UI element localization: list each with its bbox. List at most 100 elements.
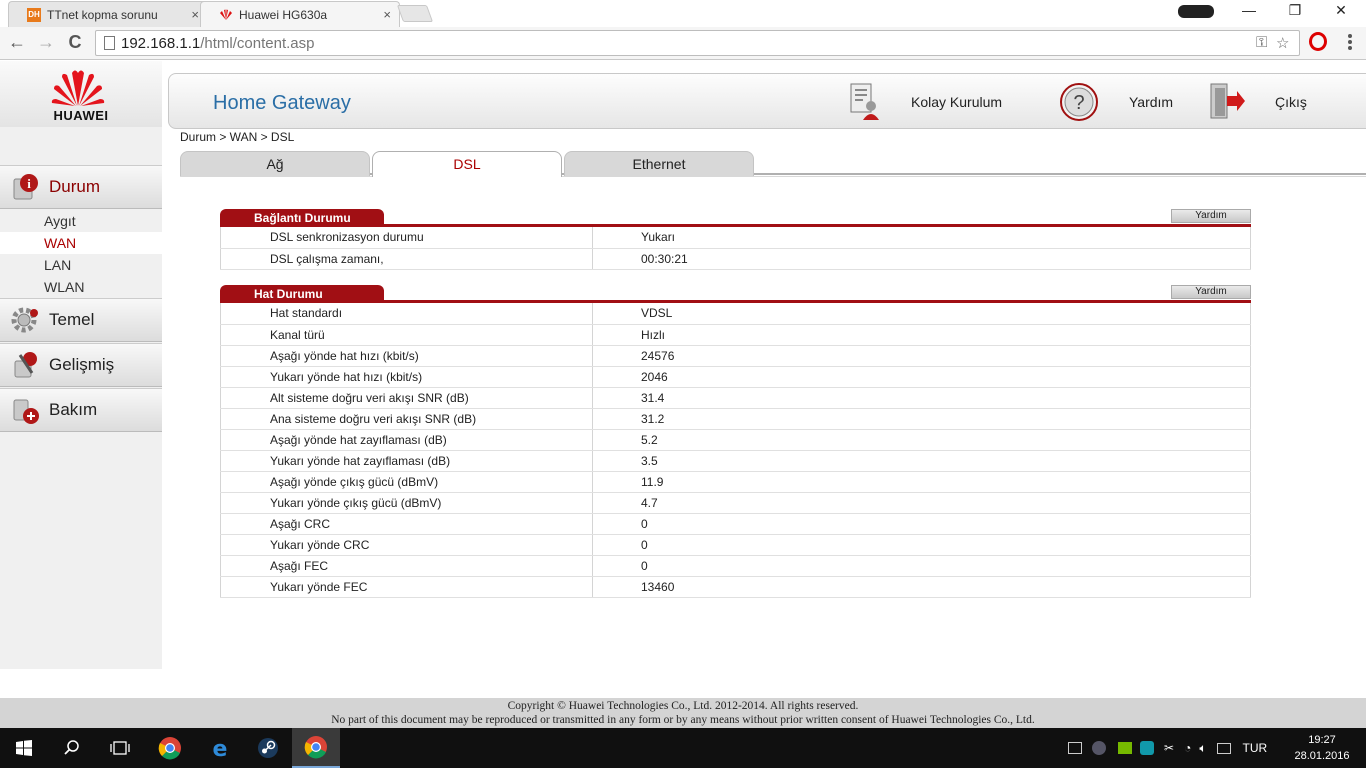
help-label: Yardım: [1129, 94, 1174, 110]
sidebar-subitem-lan[interactable]: LAN: [0, 254, 162, 276]
tab-dsl[interactable]: DSL: [372, 151, 562, 177]
copyright-notice: No part of this document may be reproduc…: [331, 714, 1035, 726]
nvidia-tray-icon[interactable]: [1118, 742, 1132, 754]
close-tab-icon[interactable]: ×: [383, 7, 391, 22]
table-row: Yukarı yönde çıkış gücü (dBmV) 4.7: [220, 492, 1251, 514]
close-tab-icon[interactable]: ×: [191, 7, 199, 22]
row-value: 3.5: [592, 450, 1251, 472]
sidebar: HUAWEI i Durum Aygıt WAN LAN WLAN Temel: [0, 61, 162, 669]
table-row: Aşağı yönde hat hızı (kbit/s) 24576: [220, 345, 1251, 367]
row-label: Yukarı yönde hat zayıflaması (dB): [220, 450, 593, 472]
volume-icon[interactable]: 🔈︎: [1199, 741, 1206, 756]
wifi-icon[interactable]: ◔: [1184, 741, 1191, 755]
section-help-button[interactable]: Yardım: [1171, 209, 1251, 223]
bookmark-star-icon[interactable]: ☆: [1276, 34, 1289, 52]
address-url[interactable]: 192.168.1.1/html/content.asp: [121, 35, 314, 52]
table-row: Aşağı CRC 0: [220, 513, 1251, 535]
search-icon[interactable]: [48, 728, 96, 768]
row-value: 0: [592, 534, 1251, 556]
svg-text:e: e: [213, 737, 228, 759]
chrome-active-icon[interactable]: [292, 728, 340, 768]
section-help-button[interactable]: Yardım: [1171, 285, 1251, 299]
row-label: Kanal türü: [220, 324, 593, 346]
tray-app-icon[interactable]: [1068, 742, 1082, 754]
profile-avatar[interactable]: [1178, 5, 1214, 18]
row-label: Yukarı yönde CRC: [220, 534, 593, 556]
row-value: 24576: [592, 345, 1251, 367]
row-value: 5.2: [592, 429, 1251, 451]
table-row: Yukarı yönde FEC 13460: [220, 576, 1251, 598]
table-row: Hat standardı VDSL: [220, 303, 1251, 325]
language-indicator[interactable]: TUR: [1243, 741, 1268, 755]
row-value: Hızlı: [592, 324, 1251, 346]
edge-icon[interactable]: e: [196, 728, 244, 768]
clock-date: 28.01.2016: [1294, 750, 1350, 762]
forward-button[interactable]: →: [34, 32, 58, 53]
tab-ethernet[interactable]: Ethernet: [564, 151, 754, 176]
row-label: DSL çalışma zamanı,: [220, 248, 593, 270]
row-value: 13460: [592, 576, 1251, 598]
row-value: 0: [592, 555, 1251, 577]
close-window-button[interactable]: ✕: [1318, 2, 1364, 19]
task-view-icon[interactable]: [96, 728, 144, 768]
browser-tabstrip: DH TTnet kopma sorunu × Huawei HG630a × …: [0, 0, 1366, 27]
key-icon[interactable]: ⚿: [1256, 34, 1267, 51]
sidebar-item-label: Bakım: [49, 400, 98, 419]
table-row: Yukarı yönde CRC 0: [220, 534, 1251, 556]
browser-menu-button[interactable]: [1344, 34, 1356, 52]
row-label: Aşağı yönde hat zayıflaması (dB): [220, 429, 593, 451]
table-row: Aşağı FEC 0: [220, 555, 1251, 577]
table-row: Aşağı yönde çıkış gücü (dBmV) 11.9: [220, 471, 1251, 493]
line-status-section: Hat Durumu Yardım Hat standardı VDSL Kanal…: [220, 285, 1251, 598]
minimize-button[interactable]: —: [1226, 2, 1272, 18]
donanimhaber-favicon-icon: DH: [27, 7, 41, 22]
steam-icon[interactable]: [244, 728, 292, 768]
url-path: /html/content.asp: [200, 35, 315, 52]
chrome-icon[interactable]: [146, 728, 194, 768]
sidebar-subitem-wlan[interactable]: WLAN: [0, 276, 162, 298]
address-bar[interactable]: 192.168.1.1/html/content.asp ⚿ ☆: [95, 30, 1300, 56]
windows-start-icon[interactable]: [0, 728, 48, 768]
sidebar-subitem-wan[interactable]: WAN: [0, 232, 162, 254]
row-value: 4.7: [592, 492, 1251, 514]
row-value: 31.4: [592, 387, 1251, 409]
tools-tray-icon[interactable]: ✂: [1164, 741, 1174, 755]
page-header: Home Gateway Kolay Kurulum ? Yardım Çıkı…: [168, 73, 1366, 129]
logout-door-icon: [1210, 83, 1245, 119]
table-row: Alt sisteme doğru veri akışı SNR (dB) 31.…: [220, 387, 1251, 409]
sidebar-item-advanced[interactable]: Gelişmiş: [0, 343, 162, 387]
browser-tab-ttnet[interactable]: DH TTnet kopma sorunu ×: [8, 1, 208, 27]
steam-tray-icon[interactable]: [1092, 741, 1106, 755]
sidebar-subitem-device[interactable]: Aygıt: [0, 210, 162, 232]
restore-button[interactable]: ❐: [1272, 2, 1318, 19]
table-row: Ana sisteme doğru veri akışı SNR (dB) 31.…: [220, 408, 1251, 430]
table-row: Aşağı yönde hat zayıflaması (dB) 5.2: [220, 429, 1251, 451]
reload-button[interactable]: C: [63, 32, 87, 53]
sidebar-item-label: Gelişmiş: [49, 355, 115, 374]
new-tab-button[interactable]: [396, 5, 434, 22]
sidebar-item-maintenance[interactable]: Bakım: [0, 388, 162, 432]
connection-status-table: DSL senkronizasyon durumu Yukarı DSL çalış…: [220, 227, 1251, 270]
back-button[interactable]: ←: [5, 32, 29, 53]
easy-setup-button[interactable]: Kolay Kurulum: [847, 74, 1002, 130]
row-value: Yukarı: [592, 227, 1251, 249]
logout-button[interactable]: Çıkış: [1207, 74, 1307, 130]
taskbar-clock[interactable]: 19:27 28.01.2016: [1292, 732, 1352, 764]
row-label: Hat standardı: [220, 303, 593, 325]
opera-extension-icon[interactable]: [1309, 32, 1327, 51]
router-page: HUAWEI i Durum Aygıt WAN LAN WLAN Temel: [0, 61, 1366, 728]
table-row: DSL senkronizasyon durumu Yukarı: [220, 227, 1251, 249]
table-row: Yukarı yönde hat zayıflaması (dB) 3.5: [220, 450, 1251, 472]
tab-network[interactable]: Ağ: [180, 151, 370, 176]
page-icon: [104, 36, 115, 50]
tray-e-icon[interactable]: [1140, 741, 1154, 755]
page-title: Home Gateway: [213, 92, 351, 114]
browser-tab-huawei[interactable]: Huawei HG630a ×: [200, 1, 400, 27]
brand-name: HUAWEI: [53, 108, 109, 123]
table-row: Kanal türü Hızlı: [220, 324, 1251, 346]
sidebar-item-basic[interactable]: Temel: [0, 298, 162, 342]
keyboard-icon[interactable]: [1216, 742, 1231, 754]
row-value: 00:30:21: [592, 248, 1251, 270]
help-button[interactable]: ? Yardım: [1059, 74, 1173, 130]
sidebar-item-status[interactable]: i Durum: [0, 165, 162, 209]
